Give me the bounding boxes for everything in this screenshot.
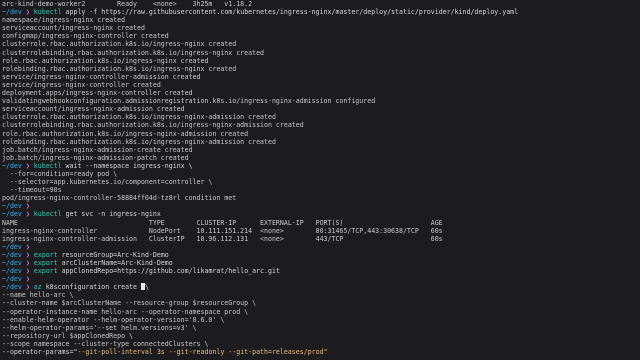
output-line: configmap/ingress-nginx-controller creat…	[2, 32, 169, 41]
prompt-line: ~/dev ❯ kubectl wait --namespace ingress…	[2, 162, 640, 170]
prompt-line: ~/dev ❯ kubectl apply -f https://raw.git…	[2, 8, 640, 16]
output-line: service/ingress-nginx-controller created	[2, 80, 161, 89]
prompt-arrow-icon: ❯	[21, 202, 34, 211]
output-line: job.batch/ingress-nginx-admission-patch …	[2, 153, 189, 162]
prompt-line: ~/dev ❯ export arcClusterName=Arc-Kind-D…	[2, 259, 640, 267]
output-line: rolebinding.rbac.authorization.k8s.io/in…	[2, 137, 276, 146]
command-continuation-line: --cluster-name $arcClusterName --resourc…	[2, 299, 257, 308]
prompt-path: ~/dev	[2, 283, 22, 292]
prompt-arrow-icon: ❯	[21, 250, 34, 259]
output-line: serviceaccount/ingress-nginx-admission c…	[2, 105, 185, 114]
output-line: clusterrolebinding.rbac.authorization.k8…	[2, 121, 304, 130]
prompt-arrow-icon: ❯	[21, 8, 34, 17]
output-line: pod/ingress-nginx-controller-58884ff04d-…	[2, 194, 237, 203]
output-line: clusterrolebinding.rbac.authorization.k8…	[2, 48, 265, 57]
prompt-line: ~/dev ❯	[2, 275, 640, 283]
prompt-arrow-icon: ❯	[21, 242, 34, 251]
terminal-window[interactable]: arc-kind-demo-worker2 Ready <none> 3h25m…	[0, 0, 640, 360]
prompt-line: ~/dev ❯	[2, 243, 640, 251]
output-line: job.batch/ingress-nginx-admission-create…	[2, 145, 193, 154]
prompt-line: ~/dev ❯ kubectl get svc -n ingress-nginx	[2, 210, 640, 218]
command-args: k8sconfiguration create	[41, 283, 141, 292]
prompt-path: ~/dev	[2, 275, 22, 284]
output-line: arc-kind-demo-worker2 Ready <none> 3h25m…	[2, 0, 253, 8]
command-name: export	[33, 267, 58, 276]
command-args-tail: \	[144, 283, 149, 292]
prompt-arrow-icon: ❯	[21, 275, 34, 284]
prompt-path: ~/dev	[2, 259, 22, 267]
command-continuation-line: --helm-operator-params='--set helm.versi…	[2, 323, 197, 332]
prompt-line: ~/dev ❯ export resourceGroup=Arc-Kind-De…	[2, 251, 640, 259]
command-continuation-line: --for=condition=ready pod \	[2, 169, 118, 178]
output-line: ingress-nginx-controller NodePort 10.111…	[2, 226, 443, 235]
prompt-path: ~/dev	[2, 242, 22, 251]
prompt-path: ~/dev	[2, 202, 22, 211]
command-args: appClonedRepo=https://github.com/likamra…	[57, 267, 280, 276]
command-continuation-line: --scope namespace --cluster-type connect…	[2, 339, 209, 348]
output-line: role.rbac.authorization.k8s.io/ingress-n…	[2, 56, 209, 65]
prompt-path: ~/dev	[2, 161, 22, 170]
command-args: apply -f https://raw.githubusercontent.c…	[61, 8, 519, 17]
string-literal-end: "	[323, 348, 328, 357]
prompt-arrow-icon: ❯	[21, 210, 34, 219]
output-line: validatingwebhookconfiguration.admission…	[2, 97, 376, 106]
command-name: export	[33, 250, 58, 259]
command-args: arcClusterName=Arc-Kind-Demo	[57, 259, 173, 267]
command-continuation-line: --operator-params="--git-poll-interval 3…	[2, 348, 640, 356]
command-continuation-line: --operator-instance-name hello-arc --ope…	[2, 307, 249, 316]
command-name: kubectl	[33, 161, 62, 170]
output-line: role.rbac.authorization.k8s.io/ingress-n…	[2, 129, 249, 138]
command-name: az	[33, 283, 42, 292]
command-args: get svc -n ingress-nginx	[61, 210, 161, 219]
prompt-arrow-icon: ❯	[21, 259, 34, 267]
prompt-path: ~/dev	[2, 210, 22, 219]
command-continuation-line: --repository-url $appClonedRepo \	[2, 331, 134, 340]
command-continuation-line: --selector=app.kubernetes.io/component=c…	[2, 178, 213, 187]
prompt-path: ~/dev	[2, 8, 22, 17]
command-name: kubectl	[33, 8, 62, 17]
string-literal: --git-poll-interval 3s --git-readonly --…	[77, 348, 324, 357]
output-line: clusterrole.rbac.authorization.k8s.io/in…	[2, 40, 237, 49]
prompt-arrow-icon: ❯	[21, 283, 34, 292]
command-name: kubectl	[33, 210, 62, 219]
prompt-path: ~/dev	[2, 250, 22, 259]
command-args: wait --namespace ingress-nginx \	[61, 161, 193, 170]
prompt-arrow-icon: ❯	[21, 161, 34, 170]
output-line: service/ingress-nginx-controller-admissi…	[2, 72, 201, 81]
output-line: clusterrole.rbac.authorization.k8s.io/in…	[2, 113, 276, 122]
output-line: serviceaccount/ingress-nginx created	[2, 24, 145, 33]
command-args: resourceGroup=Arc-Kind-Demo	[57, 250, 169, 259]
command-continuation-line: --timeout=90s	[2, 186, 62, 195]
prompt-line: ~/dev ❯ az k8sconfiguration create \	[2, 283, 640, 291]
prompt-arrow-icon: ❯	[21, 267, 34, 276]
command-continuation-line: --name hello-arc \	[2, 291, 74, 300]
command-args: --operator-params="	[2, 348, 78, 357]
prompt-line: ~/dev ❯	[2, 202, 640, 210]
command-continuation-line: --enable-helm-operator --helm-operator-v…	[2, 315, 225, 324]
command-name: export	[33, 259, 58, 267]
output-line: namespace/ingress-nginx created	[2, 16, 126, 25]
output-line: ingress-nginx-controller-admission Clust…	[2, 234, 443, 243]
prompt-line: ~/dev ❯ export appClonedRepo=https://git…	[2, 267, 640, 275]
prompt-path: ~/dev	[2, 267, 22, 276]
output-line: rolebinding.rbac.authorization.k8s.io/in…	[2, 64, 237, 73]
output-line: deployment.apps/ingress-nginx-controller…	[2, 89, 193, 98]
output-line: NAME TYPE CLUSTER-IP EXTERNAL-IP PORT(S)…	[2, 218, 443, 227]
